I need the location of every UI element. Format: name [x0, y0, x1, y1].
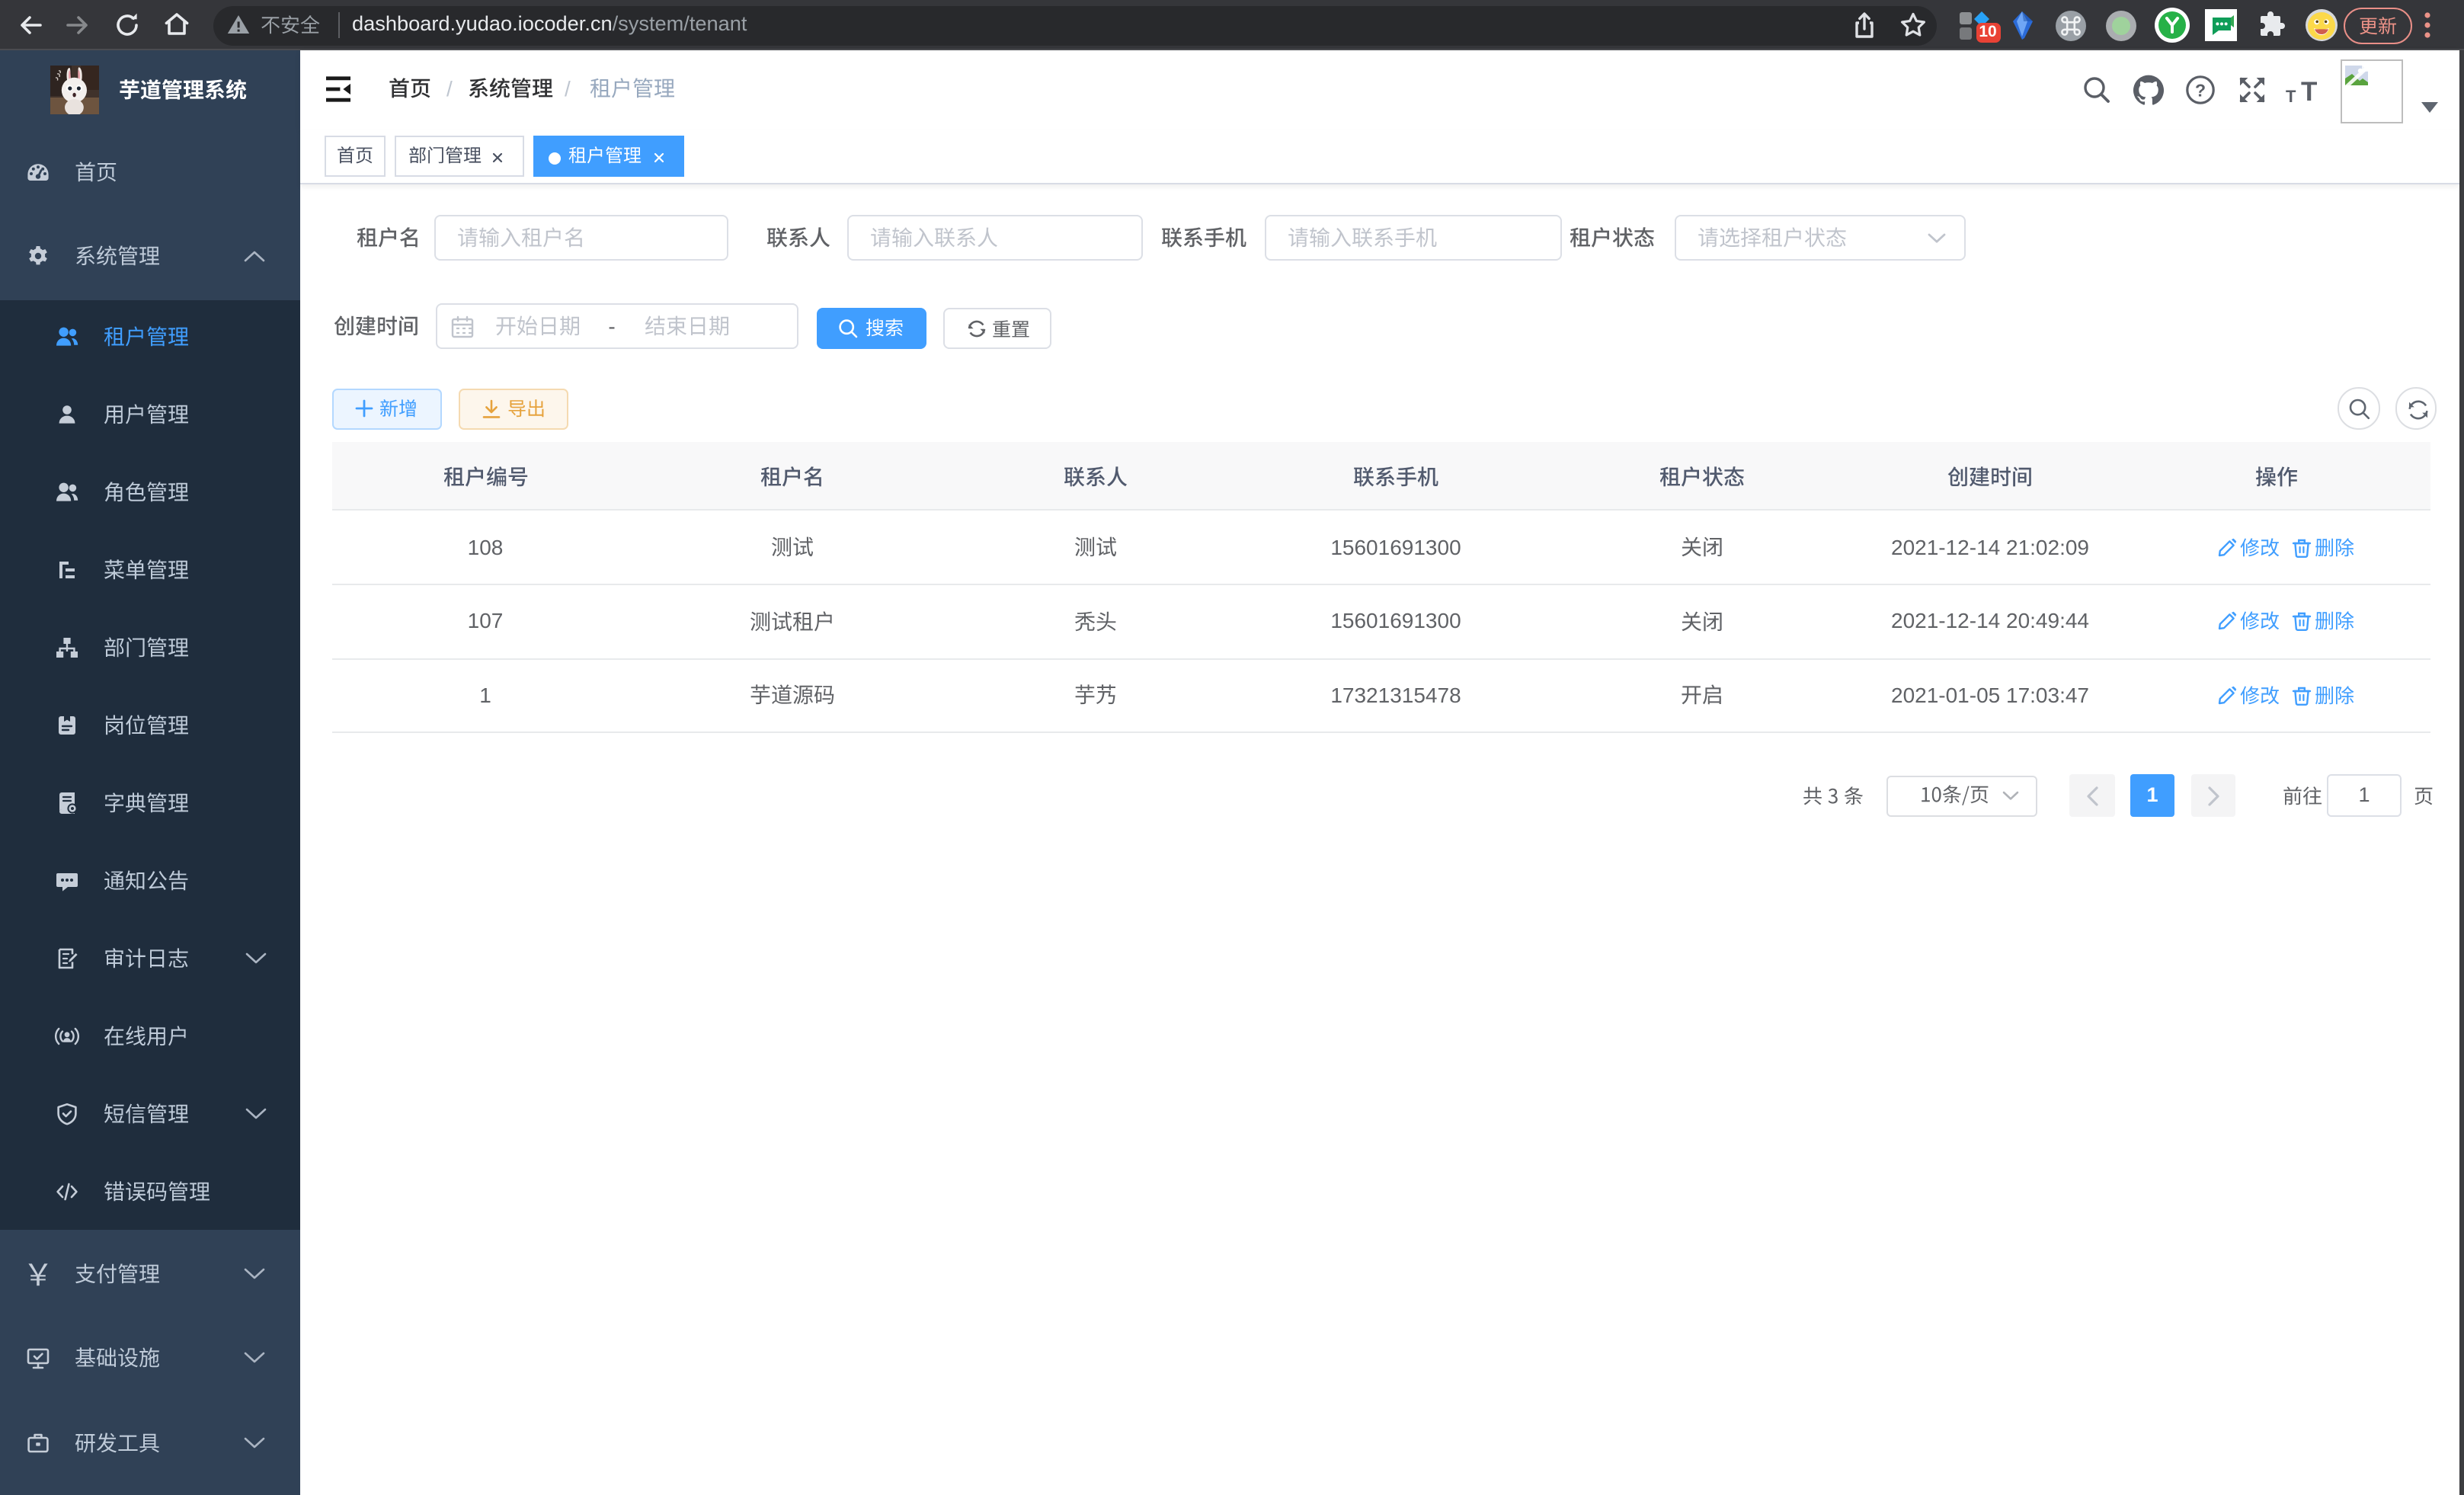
svg-text:?: ?	[2195, 80, 2206, 100]
